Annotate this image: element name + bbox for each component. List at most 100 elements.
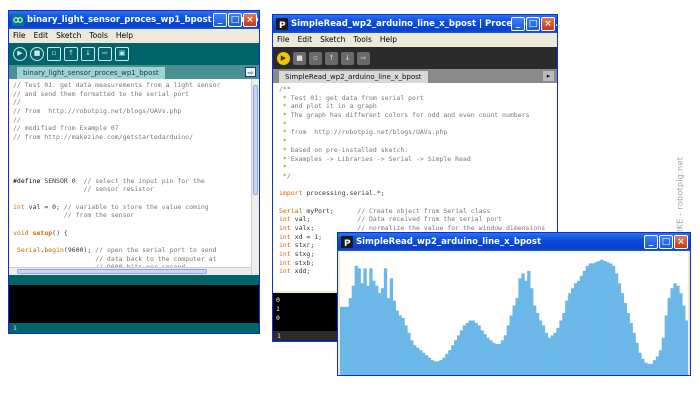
menu-tools[interactable]: Tools [89, 29, 107, 43]
graph-bar [360, 283, 364, 375]
arduino-app-icon [12, 14, 24, 26]
arduino-titlebar[interactable]: binary_light_sensor_proces_wp1_bpost | A… [9, 11, 259, 29]
graph-bar [641, 358, 645, 375]
code-line: // and send them formatted to the serial… [13, 89, 190, 98]
close-button[interactable]: × [541, 17, 555, 31]
graph-bar [670, 288, 674, 375]
code-line: * based on pre-installed sketch: [279, 145, 409, 154]
graph-window[interactable]: P SimpleRead_wp2_arduino_line_x_bpost _ … [337, 232, 691, 376]
scroll-thumb[interactable] [17, 269, 207, 274]
graph-bar [430, 360, 434, 375]
graph-bar [407, 332, 411, 375]
export-icon[interactable]: ⇨ [357, 51, 370, 65]
tab-menu-icon[interactable]: ▸ [543, 71, 554, 81]
graph-bar [494, 344, 499, 375]
stop-icon[interactable]: ■ [30, 47, 44, 61]
graph-bar [509, 315, 513, 375]
minimize-button[interactable]: _ [511, 17, 525, 31]
code-line: void setup() { [13, 228, 68, 237]
graph-bar [506, 325, 511, 375]
graph-bar [416, 347, 420, 375]
code-line: int val = 0; // variable to store the va… [13, 202, 209, 211]
new-icon[interactable]: ▫ [47, 47, 61, 61]
maximize-button[interactable]: □ [659, 235, 673, 249]
upload-icon[interactable]: ⇨ [98, 47, 112, 61]
close-button[interactable]: × [243, 13, 257, 27]
graph-bar [518, 278, 522, 375]
save-icon[interactable]: ↓ [81, 47, 95, 61]
graph-bar [410, 340, 414, 375]
menu-tools[interactable]: Tools [353, 33, 371, 47]
graph-bar [606, 262, 610, 375]
maximize-button[interactable]: □ [526, 17, 540, 31]
menu-edit[interactable]: Edit [298, 33, 313, 47]
arduino-vertical-scrollbar[interactable] [251, 79, 259, 275]
graph-bar [573, 283, 578, 375]
graph-bar [418, 350, 423, 375]
svg-text:P: P [344, 239, 351, 248]
maximize-button[interactable]: □ [228, 13, 242, 27]
arduino-window[interactable]: binary_light_sensor_proces_wp1_bpost | A… [8, 10, 260, 334]
graph-bar [591, 263, 595, 375]
serial-monitor-icon[interactable]: ▣ [115, 47, 129, 61]
processing-titlebar[interactable]: P SimpleRead_wp2_arduino_line_x_bpost | … [273, 15, 557, 33]
menu-sketch[interactable]: Sketch [56, 29, 81, 43]
graph-bar [647, 363, 651, 375]
graph-bar [576, 280, 581, 375]
graph-bar [348, 298, 353, 375]
graph-bar [448, 350, 452, 375]
code-line: * [279, 137, 287, 146]
menu-file[interactable]: File [277, 33, 290, 47]
scroll-thumb[interactable] [253, 85, 258, 195]
graph-bar [392, 300, 396, 375]
graph-bar [585, 265, 589, 375]
graph-bar [679, 293, 683, 375]
graph-bar [571, 288, 575, 375]
stop-icon[interactable]: ■ [293, 51, 306, 65]
tab-sketch[interactable]: binary_light_sensor_proces_wp1_bpost [17, 67, 165, 79]
sensor-graph-svg [340, 259, 689, 375]
menu-help[interactable]: Help [380, 33, 397, 47]
graph-bar [421, 352, 426, 375]
run-icon[interactable]: ▶ [277, 51, 290, 65]
tab-menu-icon[interactable]: ⇨ [245, 67, 256, 77]
minimize-button[interactable]: _ [213, 13, 227, 27]
graph-bar [565, 300, 569, 375]
graph-bar [366, 285, 370, 375]
graph-bar [582, 270, 587, 375]
minimize-button[interactable]: _ [644, 235, 658, 249]
save-icon[interactable]: ↓ [341, 51, 354, 65]
new-icon[interactable]: ▫ [309, 51, 322, 65]
tab-sketch[interactable]: SimpleRead_wp2_arduino_line_x_bpost [279, 71, 428, 83]
code-line: * [279, 119, 287, 128]
menu-help[interactable]: Help [116, 29, 133, 43]
arduino-horizontal-scrollbar[interactable] [9, 267, 251, 275]
graph-bar [682, 305, 686, 375]
graph-titlebar[interactable]: P SimpleRead_wp2_arduino_line_x_bpost _ … [338, 233, 690, 251]
svg-text:P: P [279, 21, 286, 30]
graph-bar [638, 352, 642, 375]
menu-edit[interactable]: Edit [34, 29, 49, 43]
graph-bar [512, 305, 516, 375]
verify-icon[interactable]: ▶ [13, 47, 27, 61]
code-line: * Examples -> Libraries -> Serial -> Sim… [279, 154, 471, 163]
graph-bar [480, 330, 484, 375]
graph-bar [500, 340, 505, 375]
graph-bar [617, 283, 622, 375]
arduino-code-editor[interactable]: // Test 01: get data measurements from a… [9, 79, 251, 275]
processing-toolbar: ▶ ■ ▫ ↑ ↓ ⇨ [273, 47, 557, 69]
open-icon[interactable]: ↑ [325, 51, 338, 65]
menu-file[interactable]: File [13, 29, 26, 43]
graph-bar [497, 344, 502, 375]
menu-sketch[interactable]: Sketch [320, 33, 345, 47]
graph-bar [372, 280, 376, 375]
graph-bar [524, 280, 528, 375]
graph-bar [357, 268, 361, 375]
code-line: // from http://robotpig.net/blogs/UAVs.p… [13, 107, 182, 116]
graph-bar [664, 315, 668, 375]
graph-bar [477, 325, 481, 375]
open-icon[interactable]: ↑ [64, 47, 78, 61]
